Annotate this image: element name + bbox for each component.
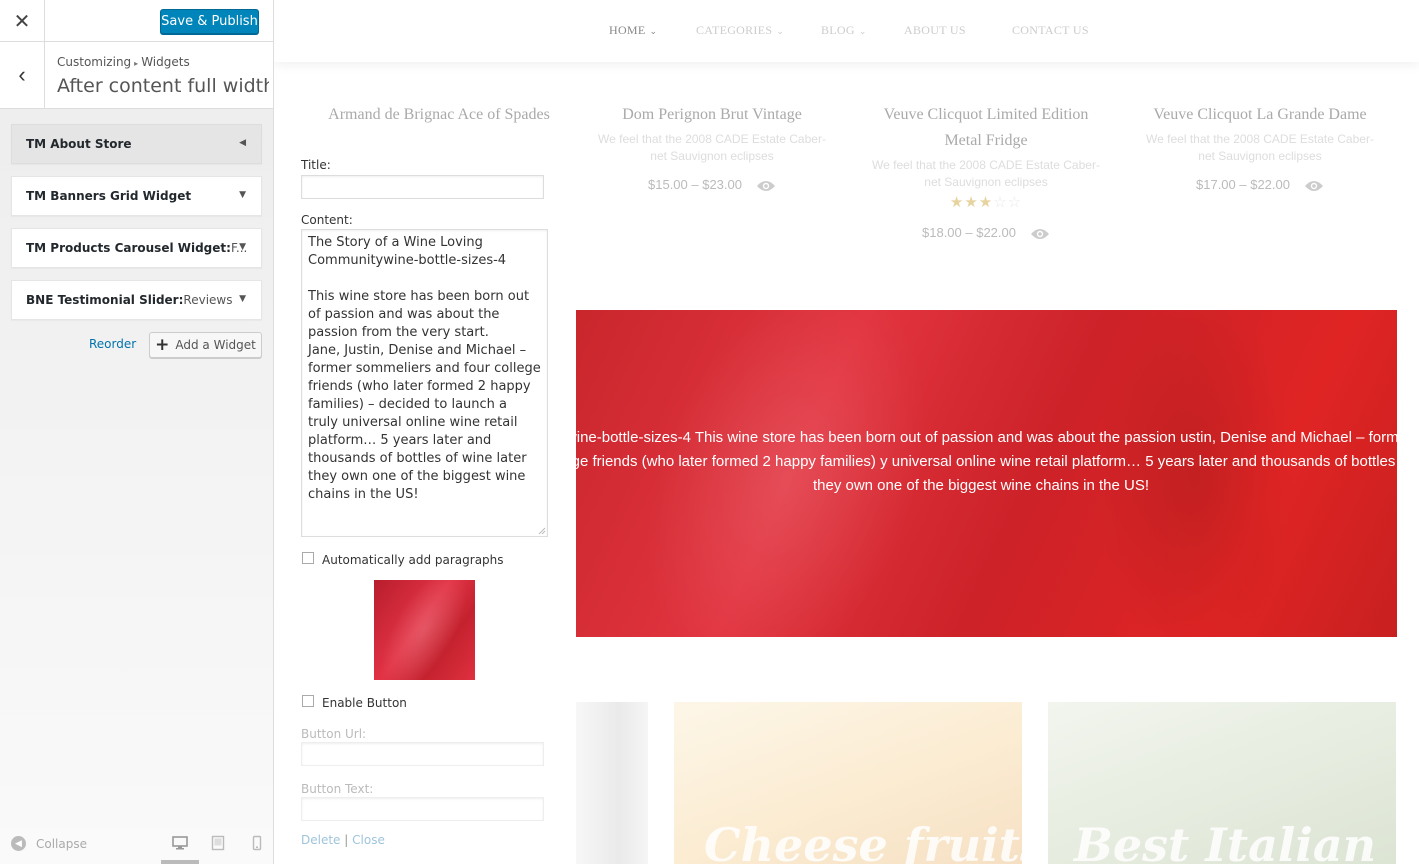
product-price: $17.00 – $22.00 xyxy=(1196,177,1290,192)
close-link[interactable]: Close xyxy=(352,833,385,847)
button-text-input[interactable] xyxy=(301,797,544,821)
product-card[interactable]: Dom Perignon Brut Vintage We feel that t… xyxy=(592,102,832,193)
save-publish-button[interactable]: Save & Publish xyxy=(160,9,259,34)
eye-icon[interactable] xyxy=(1030,227,1050,241)
eye-icon[interactable] xyxy=(756,179,776,193)
auto-paragraphs-label: Automatically add paragraphs xyxy=(322,553,504,567)
product-description: We feel that the 2008 CADE Estate Caber-… xyxy=(872,158,1100,189)
nav-home-label: HOME xyxy=(609,23,646,37)
caret-down-icon[interactable]: ▼ xyxy=(239,294,246,304)
auto-paragraphs-checkbox[interactable] xyxy=(302,552,314,564)
enable-button-label: Enable Button xyxy=(322,696,407,710)
caret-down-icon[interactable]: ▼ xyxy=(239,190,246,200)
content-label: Content: xyxy=(301,213,353,227)
widget-title: BNE Testimonial Slider: xyxy=(26,293,184,307)
collapse-label: Collapse xyxy=(36,836,87,851)
button-text-label: Button Text: xyxy=(301,782,374,796)
caret-down-icon[interactable]: ▼ xyxy=(239,242,246,252)
product-card[interactable]: Veuve Clicquot La Grande Dame We feel th… xyxy=(1140,102,1380,193)
product-price-row: $17.00 – $22.00 xyxy=(1140,177,1380,193)
chevron-down-icon: ⌄ xyxy=(858,26,867,36)
caret-left-icon[interactable]: ◀ xyxy=(239,138,246,148)
button-url-input[interactable] xyxy=(301,742,544,766)
nav-blog[interactable]: BLOG ⌄ xyxy=(821,23,867,38)
desktop-icon[interactable] xyxy=(172,835,188,851)
chevron-down-icon: ⌄ xyxy=(776,26,785,36)
product-price-row: $18.00 – $22.00 xyxy=(866,225,1106,241)
content-textarea[interactable]: The Story of a Wine Loving Communitywine… xyxy=(301,229,548,537)
category-tile[interactable]: Best Italian xyxy=(1048,702,1396,864)
collapse-button[interactable]: ◀ Collapse xyxy=(11,836,87,851)
widget-title: TM Banners Grid Widget xyxy=(26,189,192,203)
product-name[interactable]: Dom Perignon Brut Vintage xyxy=(592,102,832,128)
star-icon: ☆☆ xyxy=(993,194,1023,211)
resize-grip-icon[interactable] xyxy=(538,527,546,535)
star-icon: ★★★ xyxy=(949,194,994,211)
add-widget-button[interactable]: + Add a Widget xyxy=(149,332,262,358)
button-url-label: Button Url: xyxy=(301,727,367,741)
chevron-down-icon: ⌄ xyxy=(649,26,658,36)
tile-title: Best Italian xyxy=(1074,818,1377,864)
widget-form-actions: Delete | Close xyxy=(301,833,385,847)
plus-icon: + xyxy=(155,335,170,355)
widget-tm-about-store[interactable]: TM About Store ◀ xyxy=(11,124,262,164)
breadcrumb: Customizing ▸ Widgets xyxy=(57,55,190,69)
customizer-footer: ◀ Collapse xyxy=(0,822,273,864)
product-description: We feel that the 2008 CADE Estate Caber-… xyxy=(1146,132,1374,163)
site-navbar: HOME ⌄ CATEGORIES ⌄ BLOG ⌄ ABOUT US CONTACT… xyxy=(274,0,1419,62)
widget-tm-products-carousel[interactable]: TM Products Carousel Widget: F... ▼ xyxy=(11,228,262,268)
widget-bne-testimonial-slider[interactable]: BNE Testimonial Slider: Reviews ▼ xyxy=(11,280,262,320)
widget-title: TM Products Carousel Widget: xyxy=(26,241,231,255)
product-price-row: $15.00 – $23.00 xyxy=(592,177,832,193)
product-price: $15.00 – $23.00 xyxy=(648,177,742,192)
collapse-icon: ◀ xyxy=(11,836,26,851)
product-name[interactable]: Veuve Clicquot Limited Edition Metal Fri… xyxy=(866,102,1106,154)
add-widget-label: Add a Widget xyxy=(175,338,256,352)
tile-title: Cheese fruits xyxy=(704,818,1022,864)
category-tile[interactable]: Cheese fruits xyxy=(674,702,1022,864)
nav-categories[interactable]: CATEGORIES ⌄ xyxy=(696,23,784,38)
enable-button-checkbox[interactable] xyxy=(302,695,314,707)
close-icon[interactable]: ✕ xyxy=(0,0,45,42)
device-active-indicator xyxy=(161,860,199,864)
tablet-icon[interactable] xyxy=(210,835,226,851)
widget-form-panel: Title: Content: The Story of a Wine Lovi… xyxy=(274,124,576,864)
widget-title: TM About Store xyxy=(26,137,132,151)
title-label: Title: xyxy=(301,158,331,172)
nav-blog-label: BLOG xyxy=(821,23,855,37)
background-image-thumbnail[interactable] xyxy=(374,580,475,680)
product-card[interactable]: Veuve Clicquot Limited Edition Metal Fri… xyxy=(866,102,1106,241)
breadcrumb-item: Widgets xyxy=(141,55,190,69)
widget-tm-banners-grid[interactable]: TM Banners Grid Widget ▼ xyxy=(11,176,262,216)
nav-home[interactable]: HOME ⌄ xyxy=(609,23,657,38)
breadcrumb-item: Customizing xyxy=(57,55,132,69)
delete-link[interactable]: Delete xyxy=(301,833,340,847)
category-tile[interactable] xyxy=(576,702,648,864)
star-rating: ★★★☆☆ xyxy=(866,193,1106,211)
nav-categories-label: CATEGORIES xyxy=(696,23,773,37)
product-name[interactable]: Veuve Clicquot La Grande Dame xyxy=(1140,102,1380,128)
reorder-link[interactable]: Reorder xyxy=(89,337,136,351)
customizer-header: ✕ Save & Publish xyxy=(0,0,273,42)
banner-text: ng Communitywine-bottle-sizes-4 This win… xyxy=(576,429,1397,494)
thumbnail-decoration xyxy=(374,580,475,680)
eye-icon[interactable] xyxy=(1304,179,1324,193)
mobile-icon[interactable] xyxy=(249,835,265,851)
widget-subtitle: Reviews xyxy=(183,293,233,307)
section-title: After content full width ... xyxy=(57,75,269,97)
link-separator: | xyxy=(344,833,349,847)
nav-contact[interactable]: CONTACT US xyxy=(1012,23,1089,38)
breadcrumb-separator: ▸ xyxy=(134,59,139,68)
section-header: ‹ Customizing ▸ Widgets After content full… xyxy=(0,42,273,109)
title-input[interactable] xyxy=(301,175,544,199)
product-price: $18.00 – $22.00 xyxy=(922,225,1016,240)
about-store-banner: ng Communitywine-bottle-sizes-4 This win… xyxy=(576,310,1397,637)
product-description: We feel that the 2008 CADE Estate Caber-… xyxy=(598,132,826,163)
back-chevron-icon[interactable]: ‹ xyxy=(0,42,45,108)
customizer-sidebar: ✕ Save & Publish ‹ Customizing ▸ Widgets A… xyxy=(0,0,274,864)
nav-about[interactable]: ABOUT US xyxy=(904,23,966,38)
